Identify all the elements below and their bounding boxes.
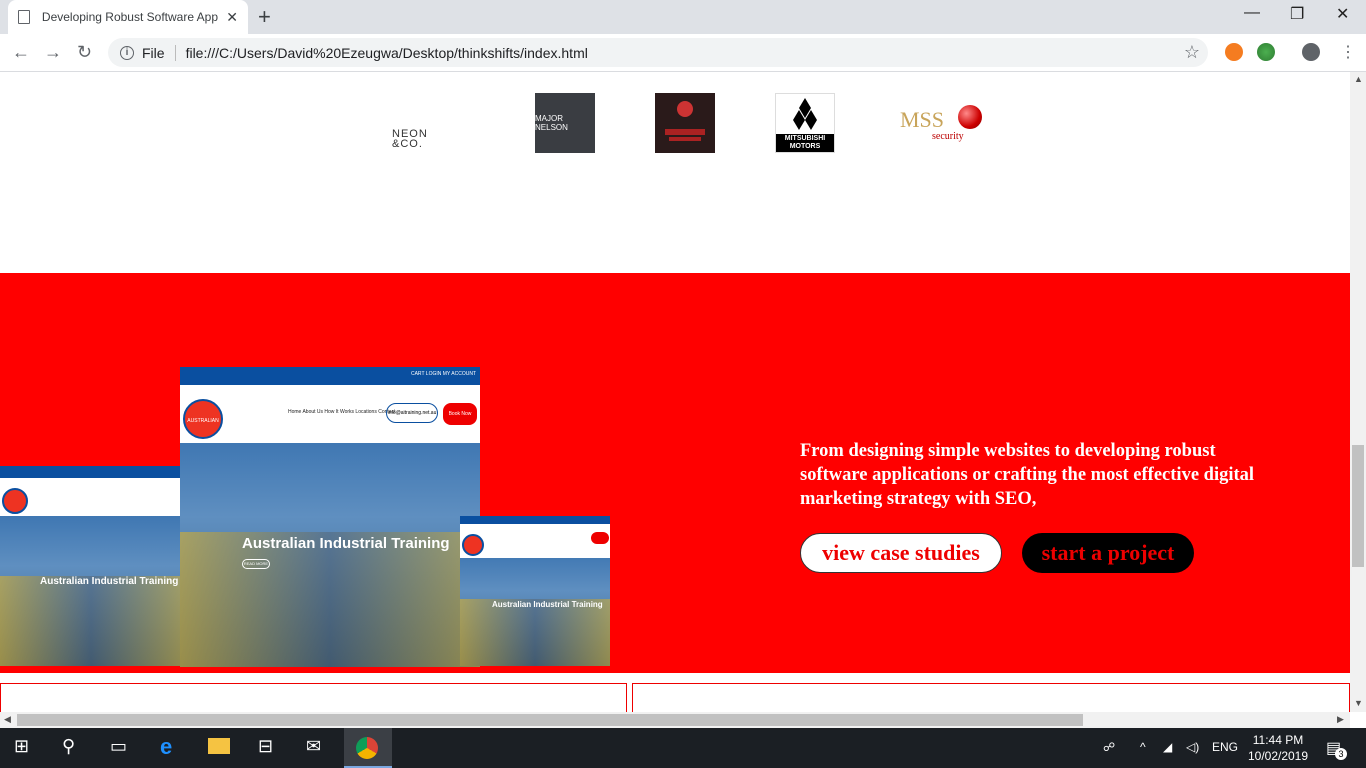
preview-nav-text: Home About Us How It Works Locations Con… (288, 409, 396, 415)
preview-badge: AUSTRALIAN (183, 399, 223, 439)
mitsubishi-label: MITSUBISHI MOTORS (776, 134, 834, 152)
url-text[interactable]: file:///C:/Users/David%20Ezeugwa/Desktop… (186, 45, 588, 61)
language-indicator[interactable]: ENG (1212, 740, 1238, 754)
extension-globe-icon[interactable] (1257, 43, 1275, 61)
address-bar[interactable]: i File file:///C:/Users/David%20Ezeugwa/… (108, 38, 1208, 67)
preview-topbar-text: CART LOGIN MY ACCOUNT (410, 371, 476, 377)
logo-major-nelson: MAJOR NELSON (535, 93, 595, 153)
document-icon (18, 10, 30, 24)
forward-icon[interactable]: → (44, 42, 62, 63)
card-left (0, 683, 627, 712)
close-window-button[interactable]: ✕ (1336, 4, 1349, 24)
logo-major-text: MAJOR NELSON (535, 114, 568, 132)
preview-left-heading: Australian Industrial Training (40, 576, 179, 587)
preview-screenshot-main: CART LOGIN MY ACCOUNT Home About Us How … (180, 367, 480, 667)
badge-icon-small (462, 534, 484, 556)
logo-mss: MSS security (900, 105, 982, 142)
card-right (632, 683, 1350, 712)
scroll-down-icon[interactable]: ▼ (1354, 698, 1363, 708)
mitsubishi-diamonds-icon (793, 98, 817, 130)
client-logos: NEON &CO. MAJOR NELSON MITSUBISHI MOTORS (0, 72, 1350, 272)
vertical-scrollbar[interactable] (1350, 72, 1366, 712)
extension-icon[interactable] (1225, 43, 1243, 61)
scroll-left-icon[interactable]: ◀ (4, 714, 11, 725)
system-clock[interactable]: 11:44 PM 10/02/2019 (1246, 732, 1310, 764)
vertical-scroll-thumb[interactable] (1352, 445, 1364, 567)
hero-tagline: From designing simple websites to develo… (800, 441, 1255, 509)
windows-start-icon[interactable]: ⊞ (14, 736, 29, 757)
preview-read-more: READ MORE (242, 559, 270, 569)
volume-icon[interactable]: ◁) (1186, 740, 1199, 754)
clock-time: 11:44 PM (1252, 733, 1304, 747)
preview-email: info@aitraining.net.au (386, 403, 438, 423)
logo-neon-line2: &CO. (392, 138, 423, 150)
hero-section: Australian Industrial Training CART LOGI… (0, 273, 1350, 673)
back-icon[interactable]: ← (12, 42, 30, 63)
reload-icon[interactable]: ↻ (77, 42, 92, 63)
scroll-right-icon[interactable]: ▶ (1337, 714, 1344, 725)
new-tab-button[interactable]: + (258, 4, 271, 30)
mss-globe-icon (958, 105, 982, 129)
wizard-emblem-icon (665, 101, 705, 141)
windows-taskbar (0, 728, 1366, 768)
people-icon[interactable]: ☍ (1103, 740, 1115, 754)
bookmark-star-icon[interactable]: ☆ (1184, 42, 1200, 63)
start-project-button[interactable]: start a project (1022, 533, 1194, 573)
search-icon[interactable]: ⚲ (62, 736, 75, 757)
browser-tab[interactable]: Developing Robust Software App ✕ (8, 0, 248, 34)
preview-main-heading: Australian Industrial Training (242, 535, 450, 552)
maximize-button[interactable]: ❐ (1290, 4, 1304, 24)
preview-screenshot-right: Australian Industrial Training (460, 516, 610, 666)
divider (174, 44, 176, 61)
logo-mitsubishi: MITSUBISHI MOTORS (775, 93, 835, 153)
menu-icon[interactable]: ⋮ (1340, 42, 1356, 62)
info-icon[interactable]: i (120, 45, 134, 60)
badge-icon (2, 488, 28, 514)
profile-icon[interactable] (1302, 43, 1320, 61)
tab-title: Developing Robust Software App (41, 10, 219, 24)
mitsubishi-line2: MOTORS (789, 143, 821, 150)
clock-date: 10/02/2019 (1247, 749, 1309, 763)
store-icon[interactable]: ⊟ (258, 736, 273, 757)
security-label: File (142, 44, 165, 61)
mail-icon[interactable]: ✉ (306, 736, 321, 757)
web-page: NEON &CO. MAJOR NELSON MITSUBISHI MOTORS (0, 72, 1350, 712)
network-icon[interactable]: ◢ (1163, 740, 1172, 754)
notification-count: 3 (1335, 748, 1347, 760)
tray-chevron-icon[interactable]: ^ (1140, 740, 1146, 754)
preview-book-button: Book Now (443, 403, 477, 425)
preview-book-small (591, 532, 609, 544)
view-case-studies-button[interactable]: view case studies (800, 533, 1002, 573)
mss-text: MSS (900, 107, 945, 132)
mitsubishi-line1: MITSUBISHI (784, 135, 826, 142)
horizontal-scroll-thumb[interactable] (17, 714, 1083, 726)
logo-wizard (655, 93, 715, 153)
task-view-icon[interactable]: ▭ (110, 736, 127, 757)
preview-screenshot-left: Australian Industrial Training (0, 466, 182, 666)
mss-sub: security (932, 131, 964, 142)
scroll-up-icon[interactable]: ▲ (1354, 74, 1363, 84)
browser-toolbar: ← → ↻ i File file:///C:/Users/David%20Ez… (0, 34, 1366, 72)
edge-icon[interactable]: e (160, 734, 172, 760)
logo-neon: NEON &CO. (392, 129, 428, 150)
file-explorer-icon[interactable] (208, 738, 230, 754)
close-tab-icon[interactable]: ✕ (226, 9, 238, 26)
chrome-icon[interactable] (356, 737, 378, 759)
preview-right-heading: Australian Industrial Training (492, 600, 603, 609)
tab-strip: Developing Robust Software App ✕ + — ❐ ✕ (0, 0, 1366, 34)
minimize-button[interactable]: — (1244, 4, 1260, 22)
